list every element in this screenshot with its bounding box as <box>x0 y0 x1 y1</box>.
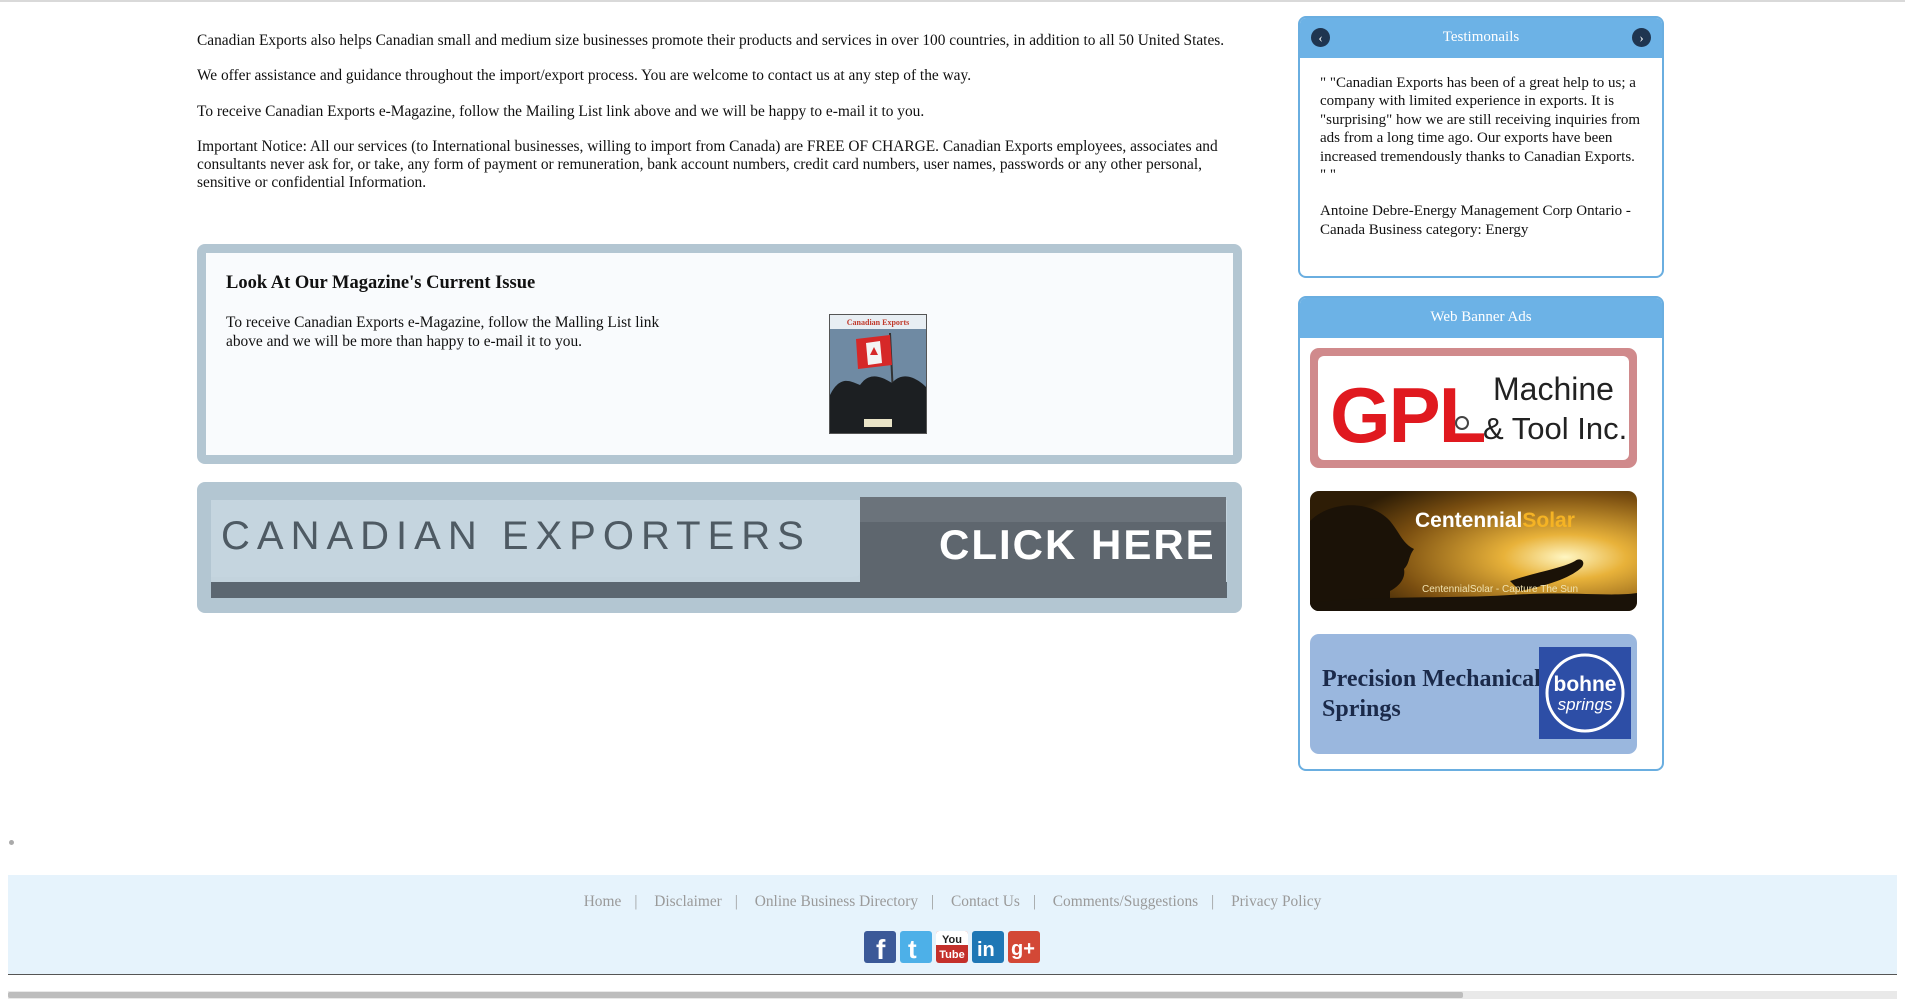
gpl-logo-text: GPL <box>1330 371 1485 459</box>
centennial-tagline: CentennialSolar - Capture The Sun <box>1422 584 1578 595</box>
facebook-icon[interactable]: f <box>864 931 896 963</box>
important-notice: Important Notice: All our services (to I… <box>197 137 1218 192</box>
twitter-icon[interactable]: t <box>900 931 932 963</box>
footer-link-directory[interactable]: Online Business Directory <box>755 893 918 910</box>
svg-text:t: t <box>908 934 917 963</box>
gpl-line1: Machine <box>1493 371 1614 407</box>
footer-link-disclaimer[interactable]: Disclaimer <box>654 893 722 910</box>
youtube-icon[interactable]: You Tube <box>936 931 968 963</box>
footer-link-comments[interactable]: Comments/Suggestions <box>1053 893 1198 910</box>
ads-title: Web Banner Ads <box>1430 309 1532 325</box>
main-content: Canadian Exports also helps Canadian sma… <box>197 32 1242 210</box>
linkedin-icon[interactable]: in <box>972 931 1004 963</box>
list-bullet <box>9 840 14 845</box>
svg-text:Tube: Tube <box>939 949 964 961</box>
gpl-machine-tool-ad[interactable]: GPL Machine & Tool Inc. <box>1310 348 1637 468</box>
scrollbar-thumb[interactable] <box>8 992 1463 998</box>
testimonials-header: ‹ Testimonails › <box>1300 18 1662 58</box>
footer-link-home[interactable]: Home <box>584 893 622 910</box>
bohne-ad-art: Precision Mechanical Springs bohne sprin… <box>1310 634 1637 754</box>
footer-link-contact[interactable]: Contact Us <box>951 893 1020 910</box>
testimonial-author: Antoine Debre-Energy Management Corp Ont… <box>1320 203 1631 238</box>
testimonial-quote: " "Canadian Exports has been of a great … <box>1320 75 1641 184</box>
magazine-box: Look At Our Magazine's Current Issue To … <box>197 244 1242 464</box>
bohne-line1: Precision Mechanical <box>1322 666 1541 692</box>
footer-separator: | <box>734 893 738 910</box>
footer-separator: | <box>634 893 638 910</box>
testimonials-title: Testimonails <box>1442 29 1520 45</box>
magazine-paragraph: To receive Canadian Exports e-Magazine, … <box>197 102 925 120</box>
magazine-cover-image[interactable]: Canadian Exports <box>829 314 927 434</box>
bohne-line2: Springs <box>1322 696 1401 722</box>
centennial-brand: CentennialSolar <box>1415 509 1575 532</box>
exporters-banner-art: CANADIAN EXPORTERS CLICK HERE <box>211 497 1227 598</box>
top-divider <box>0 0 1905 2</box>
svg-text:You: You <box>942 934 962 946</box>
bohne-logo-a: bohne <box>1554 673 1617 696</box>
centennial-solar-ad[interactable]: CentennialSolar CentennialSolar - Captur… <box>1310 491 1637 611</box>
magazine-cover-art: Canadian Exports <box>830 315 926 433</box>
testimonials-panel: ‹ Testimonails › " "Canadian Exports has… <box>1298 16 1664 278</box>
chevron-right-icon[interactable]: › <box>1632 28 1651 47</box>
svg-text:f: f <box>876 934 886 963</box>
exporters-banner-click-text: CLICK HERE <box>939 521 1216 568</box>
intro-paragraph: Canadian Exports also helps Canadian sma… <box>197 32 1225 49</box>
horizontal-scrollbar[interactable] <box>8 991 1897 999</box>
footer-divider <box>8 974 1897 975</box>
centennial-ad-art: CentennialSolar CentennialSolar - Captur… <box>1310 491 1637 611</box>
footer-link-privacy[interactable]: Privacy Policy <box>1231 893 1321 910</box>
footer: Home | Disclaimer | Online Business Direct… <box>8 875 1897 975</box>
bohne-logo-b: springs <box>1558 695 1613 714</box>
magazine-box-inner: Look At Our Magazine's Current Issue To … <box>206 253 1233 455</box>
chevron-left-icon[interactable]: ‹ <box>1311 28 1330 47</box>
social-icons: f t You Tube in g+ <box>864 931 1040 963</box>
footer-separator: | <box>1211 893 1215 910</box>
footer-separator: | <box>931 893 935 910</box>
canadian-exporters-banner[interactable]: CANADIAN EXPORTERS CLICK HERE <box>197 482 1242 613</box>
assistance-paragraph: We offer assistance and guidance through… <box>197 67 972 85</box>
testimonial-content: " "Canadian Exports has been of a great … <box>1300 58 1662 239</box>
gpl-line2: & Tool Inc. <box>1483 411 1627 446</box>
web-banner-ads-panel: Web Banner Ads GPL Machine & Tool Inc. C… <box>1298 296 1664 771</box>
gpl-ad-art: GPL Machine & Tool Inc. <box>1310 348 1637 468</box>
ads-header: Web Banner Ads <box>1300 298 1662 338</box>
svg-text:in: in <box>977 939 995 961</box>
footer-links: Home | Disclaimer | Online Business Direct… <box>8 893 1897 911</box>
footer-separator: | <box>1032 893 1036 910</box>
magazine-cover-title: Canadian Exports <box>847 318 909 327</box>
svg-text:g+: g+ <box>1011 938 1035 960</box>
magazine-title: Look At Our Magazine's Current Issue <box>226 273 536 293</box>
magazine-text: To receive Canadian Exports e-Magazine, … <box>226 314 660 350</box>
googleplus-icon[interactable]: g+ <box>1008 931 1040 963</box>
exporters-banner-left-text: CANADIAN EXPORTERS <box>221 514 811 558</box>
bohne-springs-ad[interactable]: Precision Mechanical Springs bohne sprin… <box>1310 634 1637 754</box>
